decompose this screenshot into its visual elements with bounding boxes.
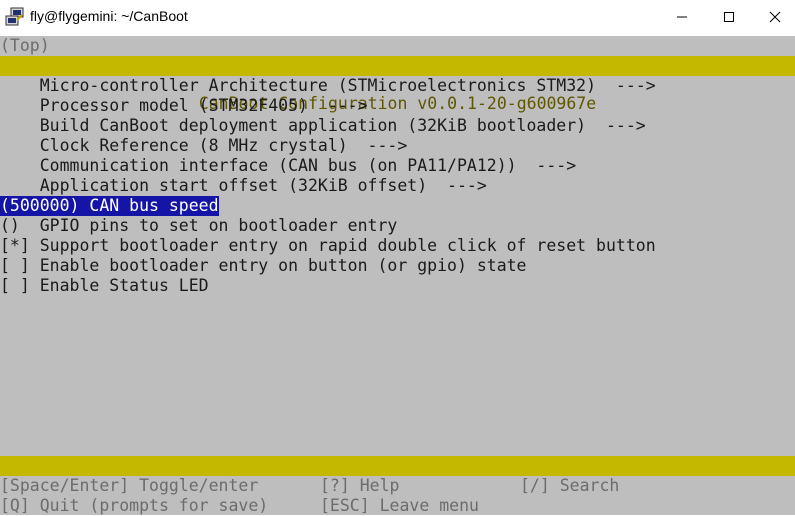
minimize-icon xyxy=(677,16,687,18)
help-help[interactable]: [?] Help xyxy=(320,476,399,496)
menu-item-application-offset[interactable]: Application start offset (32KiB offset) … xyxy=(0,176,487,196)
help-toggle-enter[interactable]: [Space/Enter] Toggle/enter xyxy=(0,476,258,496)
menu-item-gpio-pins[interactable]: () GPIO pins to set on bootloader entry xyxy=(0,216,397,236)
close-icon xyxy=(769,11,781,23)
footer-bar xyxy=(0,456,795,476)
help-leave-menu[interactable]: [ESC] Leave menu xyxy=(320,496,479,516)
maximize-icon xyxy=(724,12,734,22)
menu-item-architecture[interactable]: Micro-controller Architecture (STMicroel… xyxy=(0,76,656,96)
window-titlebar: fly@flygemini: ~/CanBoot xyxy=(0,0,795,34)
menu-item-double-click-reset[interactable]: [*] Support bootloader entry on rapid do… xyxy=(0,236,656,256)
header-bar: CanBoot Configuration v0.0.1-20-g600967e xyxy=(0,56,795,113)
menu-item-can-bus-speed[interactable]: (500000) CAN bus speed xyxy=(0,196,219,216)
menu-item-build-deployment[interactable]: Build CanBoot deployment application (32… xyxy=(0,116,646,136)
maximize-button[interactable] xyxy=(706,0,752,34)
terminal[interactable]: (Top) CanBoot Configuration v0.0.1-20-g6… xyxy=(0,36,795,515)
help-search[interactable]: [/] Search xyxy=(520,476,619,496)
menu-item-processor-model[interactable]: Processor model (STM32F405) ---> xyxy=(0,96,368,116)
window-title: fly@flygemini: ~/CanBoot xyxy=(30,8,188,24)
help-quit[interactable]: [Q] Quit (prompts for save) xyxy=(0,496,268,516)
menu-item-communication-interface[interactable]: Communication interface (CAN bus (on PA1… xyxy=(0,156,576,176)
putty-app-icon[interactable] xyxy=(5,7,25,27)
breadcrumb: (Top) xyxy=(0,36,50,55)
menu-item-status-led[interactable]: [ ] Enable Status LED xyxy=(0,276,209,296)
menu-item-button-gpio-entry[interactable]: [ ] Enable bootloader entry on button (o… xyxy=(0,256,527,276)
close-button[interactable] xyxy=(752,0,795,34)
minimize-button[interactable] xyxy=(659,0,705,34)
menu-item-clock-reference[interactable]: Clock Reference (8 MHz crystal) ---> xyxy=(0,136,408,156)
